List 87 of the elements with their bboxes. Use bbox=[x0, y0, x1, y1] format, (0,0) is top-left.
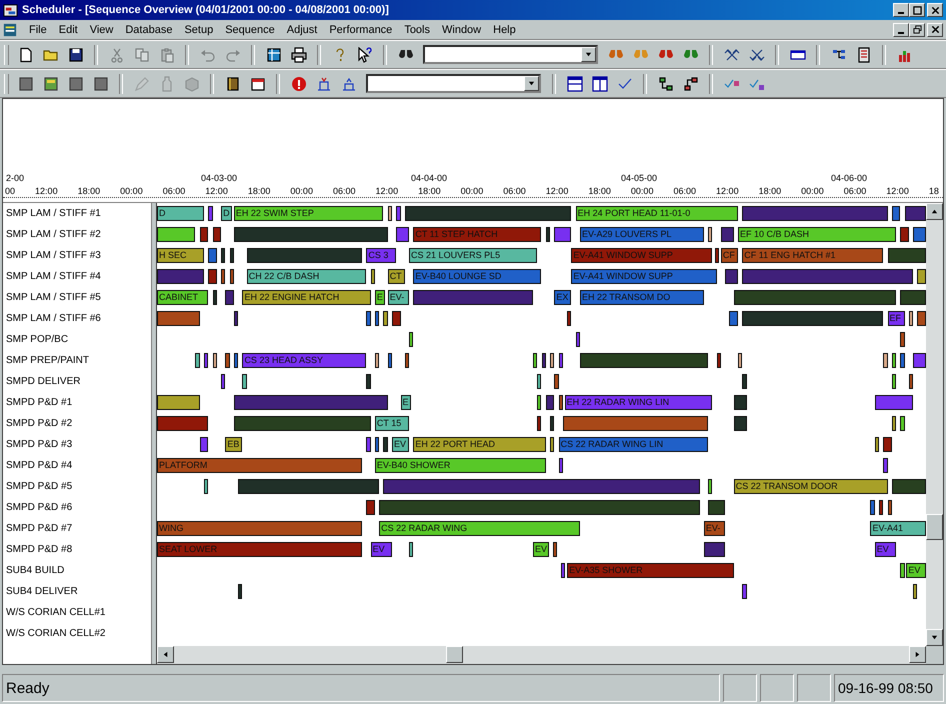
resource-label: SUB4 BUILD bbox=[5, 564, 66, 578]
task-bar[interactable]: EB bbox=[225, 437, 242, 452]
time-label: 18:00 bbox=[248, 186, 270, 196]
task-bar[interactable]: EF 10 C/B DASH bbox=[738, 227, 896, 242]
time-label: 06:00 bbox=[673, 186, 696, 196]
time-label: 00:00 bbox=[630, 186, 654, 196]
menu-item[interactable]: Sequence bbox=[219, 24, 281, 36]
task-bar[interactable]: EV-B40 SHOWER bbox=[374, 458, 546, 473]
task-bar[interactable]: EV bbox=[532, 542, 549, 557]
date-label: 04-06-00 bbox=[830, 173, 868, 183]
task-bar[interactable]: H SEC bbox=[157, 248, 204, 263]
date-label: 04-05-00 bbox=[620, 173, 658, 183]
task-bar[interactable]: CS 21 LOUVERS PL5 bbox=[409, 248, 538, 263]
resource-label: SMP LAM / STIFF #3 bbox=[5, 249, 102, 263]
menu-item[interactable]: Edit bbox=[52, 24, 84, 36]
task-bar[interactable]: CT 15 bbox=[374, 416, 410, 431]
task-bar[interactable]: EH 24 PORT HEAD 11-01-0 bbox=[576, 206, 738, 221]
time-label: 00:00 bbox=[460, 186, 484, 196]
resource-label: SMPD P&D #7 bbox=[5, 522, 74, 536]
resource-label: SMPD P&D #8 bbox=[5, 543, 74, 557]
status-message: Ready bbox=[2, 674, 720, 702]
time-label: 18 bbox=[928, 186, 939, 196]
resource-label: SMP LAM / STIFF #1 bbox=[5, 207, 102, 221]
time-label: 12:00 bbox=[546, 186, 568, 196]
task-bar[interactable]: CH 22 C/B DASH bbox=[246, 269, 366, 284]
date-label: 04-03-00 bbox=[200, 173, 238, 183]
resource-label: SMPD P&D #1 bbox=[5, 396, 74, 410]
resource-label: SUB4 DELIVER bbox=[5, 585, 79, 599]
task-bar[interactable]: D bbox=[221, 206, 232, 221]
time-label: 18:00 bbox=[78, 186, 100, 196]
task-bar[interactable]: EV-A41 bbox=[870, 521, 926, 536]
time-label: 12:00 bbox=[376, 186, 398, 196]
resource-label: SMP LAM / STIFF #4 bbox=[5, 270, 102, 284]
menu-item[interactable]: Database bbox=[119, 24, 178, 36]
menu-item[interactable]: Performance bbox=[323, 24, 398, 36]
time-label: 18:00 bbox=[418, 186, 441, 196]
menu-item[interactable]: Setup bbox=[178, 24, 220, 36]
time-label: 12:00 bbox=[886, 186, 909, 196]
time-label: 18:00 bbox=[588, 186, 611, 196]
menu-item[interactable]: Adjust bbox=[280, 24, 324, 36]
time-label: 12:00 bbox=[35, 186, 58, 196]
time-label: 06:00 bbox=[503, 186, 526, 196]
menu-item[interactable]: File bbox=[23, 24, 53, 36]
task-bar[interactable]: EV bbox=[392, 437, 410, 452]
status-datetime: 09-16-99 08:50 bbox=[834, 674, 944, 702]
resource-label: W/S CORIAN CELL#2 bbox=[5, 627, 106, 641]
time-label: 12:00 bbox=[716, 186, 739, 196]
date-label: 04-04-00 bbox=[410, 173, 448, 183]
resource-label: SMPD P&D #5 bbox=[5, 480, 74, 494]
resource-label: SMP LAM / STIFF #6 bbox=[5, 312, 102, 326]
resource-label: SMPD DELIVER bbox=[5, 375, 82, 389]
task-bar[interactable]: EV bbox=[906, 563, 926, 578]
task-bar[interactable]: EH 22 ENGINE HATCH bbox=[242, 290, 371, 305]
task-bar[interactable]: E bbox=[400, 395, 411, 410]
resource-label: SMPD P&D #2 bbox=[5, 417, 74, 431]
time-label: 06:00 bbox=[332, 186, 356, 196]
resource-label: SMPD P&D #3 bbox=[5, 438, 74, 452]
resource-label: SMP POP/BC bbox=[5, 333, 70, 347]
task-bar[interactable]: CT bbox=[388, 269, 405, 284]
resource-label: SMPD P&D #6 bbox=[5, 501, 74, 515]
time-label: 00 bbox=[5, 186, 16, 196]
task-bar[interactable]: CS 22 TRANSOM DOOR bbox=[734, 479, 888, 494]
task-bar[interactable]: CABINET bbox=[157, 290, 208, 305]
time-label: 12:00 bbox=[205, 186, 228, 196]
menu-item[interactable]: Help bbox=[487, 24, 522, 36]
date-label: 2-00 bbox=[5, 173, 24, 183]
task-bar[interactable]: D bbox=[157, 206, 204, 221]
time-label: 00:00 bbox=[801, 186, 824, 196]
time-label: 06:00 bbox=[844, 186, 866, 196]
task-bar[interactable]: EH 22 PORT HEAD bbox=[413, 437, 546, 452]
resource-label: SMP PREP/PAINT bbox=[5, 354, 90, 368]
menu-item[interactable]: View bbox=[84, 24, 120, 36]
menu-item[interactable]: Tools bbox=[398, 24, 436, 36]
task-bar[interactable]: EV- bbox=[388, 290, 410, 305]
time-label: 00:00 bbox=[290, 186, 313, 196]
time-label: 00:00 bbox=[120, 186, 143, 196]
time-label: 06:00 bbox=[162, 186, 186, 196]
task-bar[interactable]: E bbox=[374, 290, 385, 305]
resource-label: W/S CORIAN CELL#1 bbox=[5, 606, 106, 620]
resource-label: SMP LAM / STIFF #2 bbox=[5, 228, 102, 242]
resource-label: SMPD P&D #4 bbox=[5, 459, 74, 473]
menu-item[interactable]: Window bbox=[436, 24, 488, 36]
task-bar[interactable]: EH 22 SWIM STEP bbox=[234, 206, 384, 221]
resource-label: SMP LAM / STIFF #5 bbox=[5, 291, 102, 305]
task-bar[interactable]: CS 22 RADAR WING bbox=[379, 521, 580, 536]
window-title: Scheduler - [Sequence Overview (04/01/2001 00:00 - 04/08/2001 00:00)] bbox=[22, 4, 389, 16]
time-label: 18:00 bbox=[758, 186, 782, 196]
